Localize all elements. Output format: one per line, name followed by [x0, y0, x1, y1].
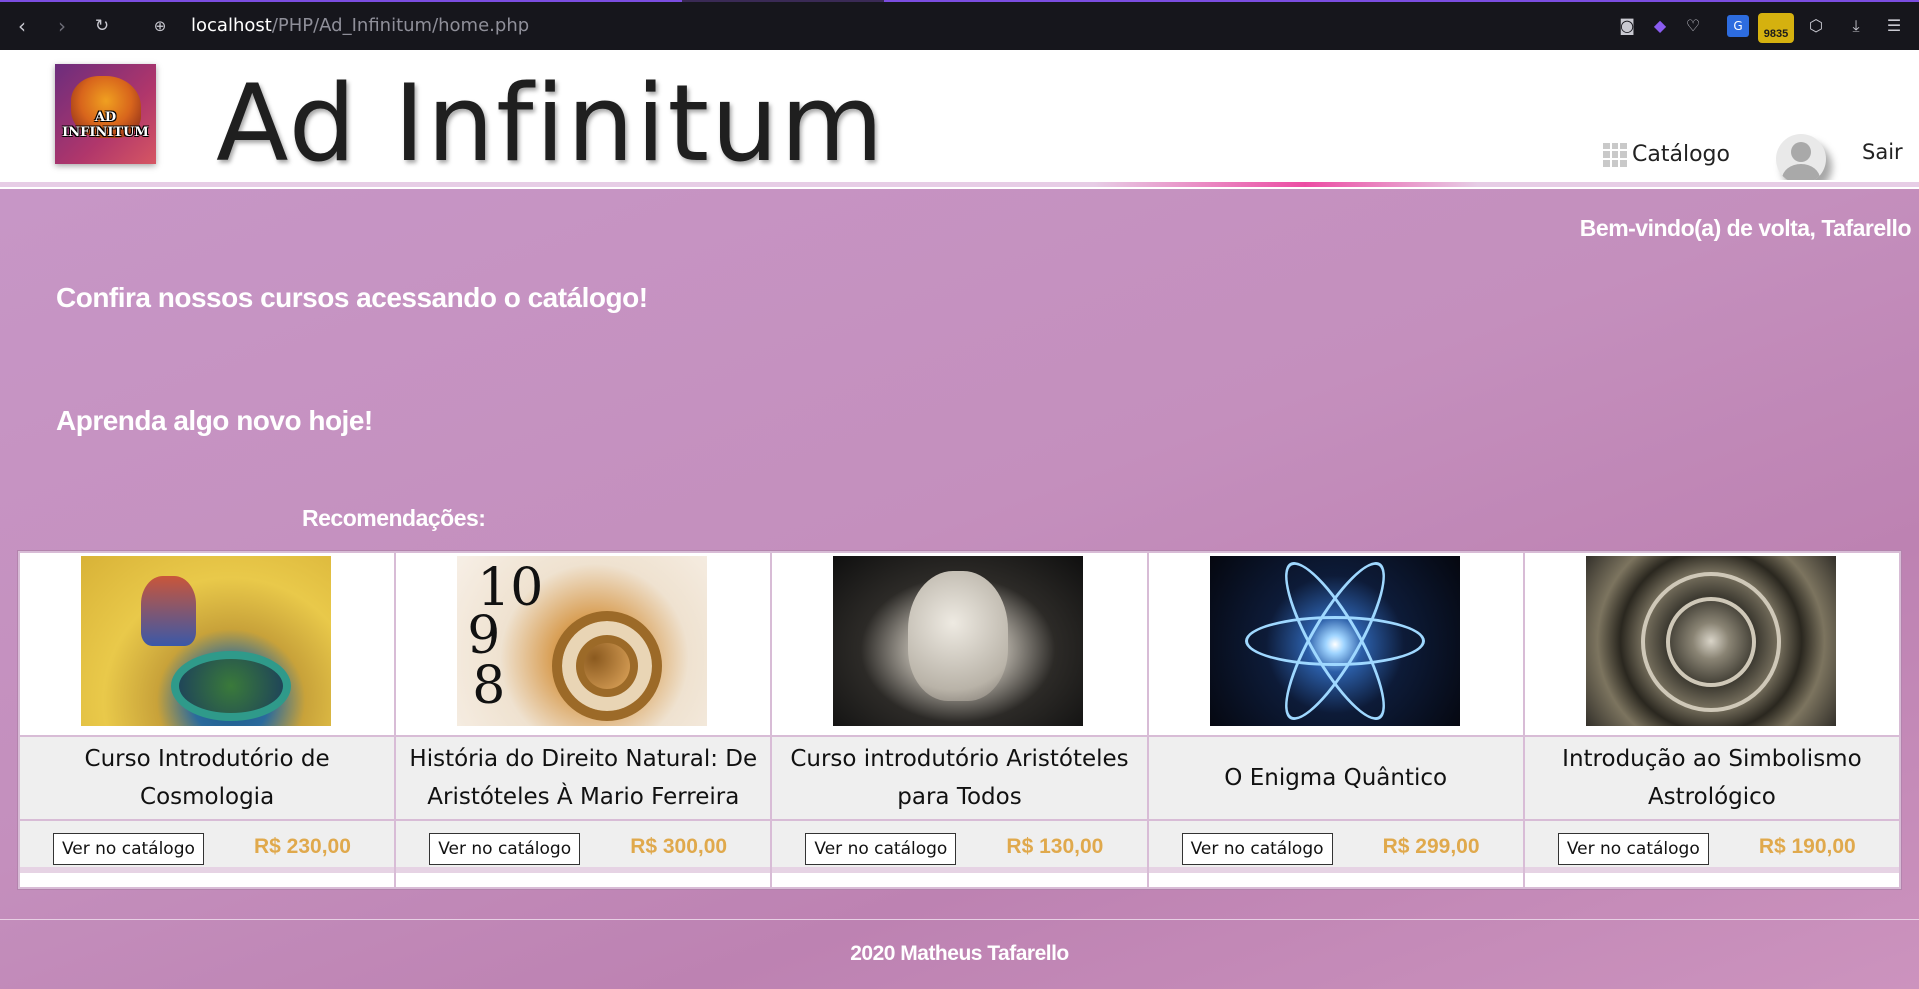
view-in-catalog-button[interactable]: Ver no catálogo [53, 833, 204, 865]
browser-toolbar: ‹ › ↻ ⊕ localhost/PHP/Ad_Infinitum/home.… [0, 0, 1919, 50]
user-avatar[interactable] [1776, 134, 1826, 184]
course-image[interactable]: 10 9 8 [457, 556, 708, 726]
course-name: História do Direito Natural: De Aristóte… [396, 737, 771, 821]
tab-accent [884, 0, 1919, 2]
recommendations-title: Recomendações: [302, 505, 486, 531]
forward-icon[interactable]: › [50, 14, 74, 38]
course-recommendations: Curso Introdutório de Cosmologia Ver no … [18, 550, 1901, 889]
view-in-catalog-button[interactable]: Ver no catálogo [1181, 833, 1333, 865]
footer-divider [0, 919, 1919, 920]
url-path: /PHP/Ad_Infinitum/home.php [271, 15, 530, 36]
course-price: R$ 230,00 [254, 835, 351, 858]
course-name: Curso introdutório Aristóteles para Todo… [772, 737, 1147, 821]
download-icon[interactable]: ⤓ [1845, 15, 1867, 37]
site-header: AD INFINITUM Ad Infinitum Catálogo Sair [0, 50, 1919, 185]
header-divider [0, 180, 1919, 189]
url-host: localhost [191, 15, 272, 36]
course-price: R$ 130,00 [1006, 835, 1104, 858]
grid-icon [1603, 142, 1627, 167]
main-content: Bem-vindo(a) de volta, Tafarello Confira… [0, 189, 1919, 989]
tab-accent [0, 0, 682, 2]
view-in-catalog-button[interactable]: Ver no catálogo [429, 833, 581, 865]
site-title: Ad Infinitum [216, 62, 886, 185]
course-name: Introdução ao Simbolismo Astrológico [1524, 737, 1900, 821]
view-in-catalog-button[interactable]: Ver no catálogo [1557, 833, 1709, 865]
course-card: O Enigma Quântico Ver no catálogo R$ 299… [1148, 550, 1525, 887]
course-name: Curso Introdutório de Cosmologia [20, 737, 395, 821]
translate-icon[interactable]: G [1727, 15, 1749, 37]
course-image[interactable] [1585, 556, 1836, 726]
extension-badge[interactable]: 9835 [1758, 13, 1794, 43]
heart-icon[interactable]: ♡ [1682, 15, 1704, 37]
welcome-message: Bem-vindo(a) de volta, Tafarello [1579, 215, 1912, 241]
camera-icon[interactable]: ◙ [1616, 15, 1638, 37]
shield-icon[interactable]: ◆ [1649, 15, 1671, 37]
course-card: Curso Introdutório de Cosmologia Ver no … [20, 553, 397, 887]
course-card: Introdução ao Simbolismo Astrológico Ver… [1524, 553, 1900, 887]
reload-icon[interactable]: ↻ [90, 14, 114, 38]
course-image[interactable] [833, 556, 1084, 726]
course-price: R$ 190,00 [1758, 835, 1856, 858]
settings-sliders-icon[interactable]: ☰ [1883, 15, 1905, 37]
site-info-icon[interactable]: ⊕ [148, 14, 172, 38]
back-icon[interactable]: ‹ [10, 14, 34, 38]
course-price: R$ 300,00 [630, 835, 728, 858]
course-card: 10 9 8 História do Direito Natural: De A… [396, 553, 773, 887]
catalog-label: Catálogo [1632, 142, 1730, 167]
logo-text: AD INFINITUM [62, 110, 149, 140]
course-card: Curso introdutório Aristóteles para Todo… [772, 553, 1149, 887]
view-in-catalog-button[interactable]: Ver no catálogo [805, 833, 957, 865]
headline-catalog: Confira nossos cursos acessando o catálo… [56, 282, 648, 313]
course-image[interactable] [81, 556, 331, 726]
course-image[interactable] [1209, 550, 1460, 732]
course-price: R$ 299,00 [1382, 835, 1480, 858]
course-name: O Enigma Quântico [1148, 737, 1523, 821]
footer-text: 2020 Matheus Tafarello [850, 942, 1069, 965]
address-bar[interactable]: localhost/PHP/Ad_Infinitum/home.php [191, 15, 529, 36]
extension-badge-count: 9835 [1763, 28, 1789, 40]
catalog-link[interactable]: Catálogo [1603, 142, 1730, 167]
logout-link[interactable]: Sair [1862, 140, 1903, 164]
headline-learn: Aprenda algo novo hoje! [56, 405, 373, 436]
site-logo[interactable]: AD INFINITUM [55, 64, 156, 164]
cube-icon[interactable]: ⬡ [1805, 15, 1827, 37]
